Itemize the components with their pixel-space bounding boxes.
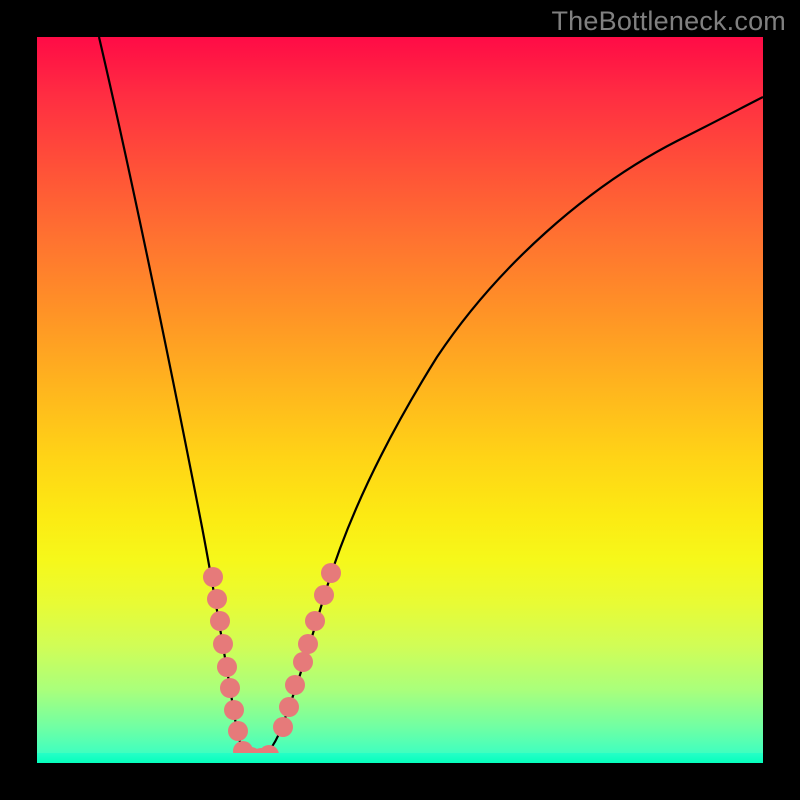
watermark-text: TheBottleneck.com	[551, 6, 786, 37]
marker-dots-left	[203, 567, 248, 741]
bottleneck-curve-svg	[37, 37, 763, 763]
marker-dots-right	[273, 563, 341, 737]
optimal-zone-strip	[37, 753, 763, 763]
chart-frame: TheBottleneck.com	[0, 0, 800, 800]
bottleneck-curve	[99, 37, 763, 757]
plot-area	[37, 37, 763, 763]
